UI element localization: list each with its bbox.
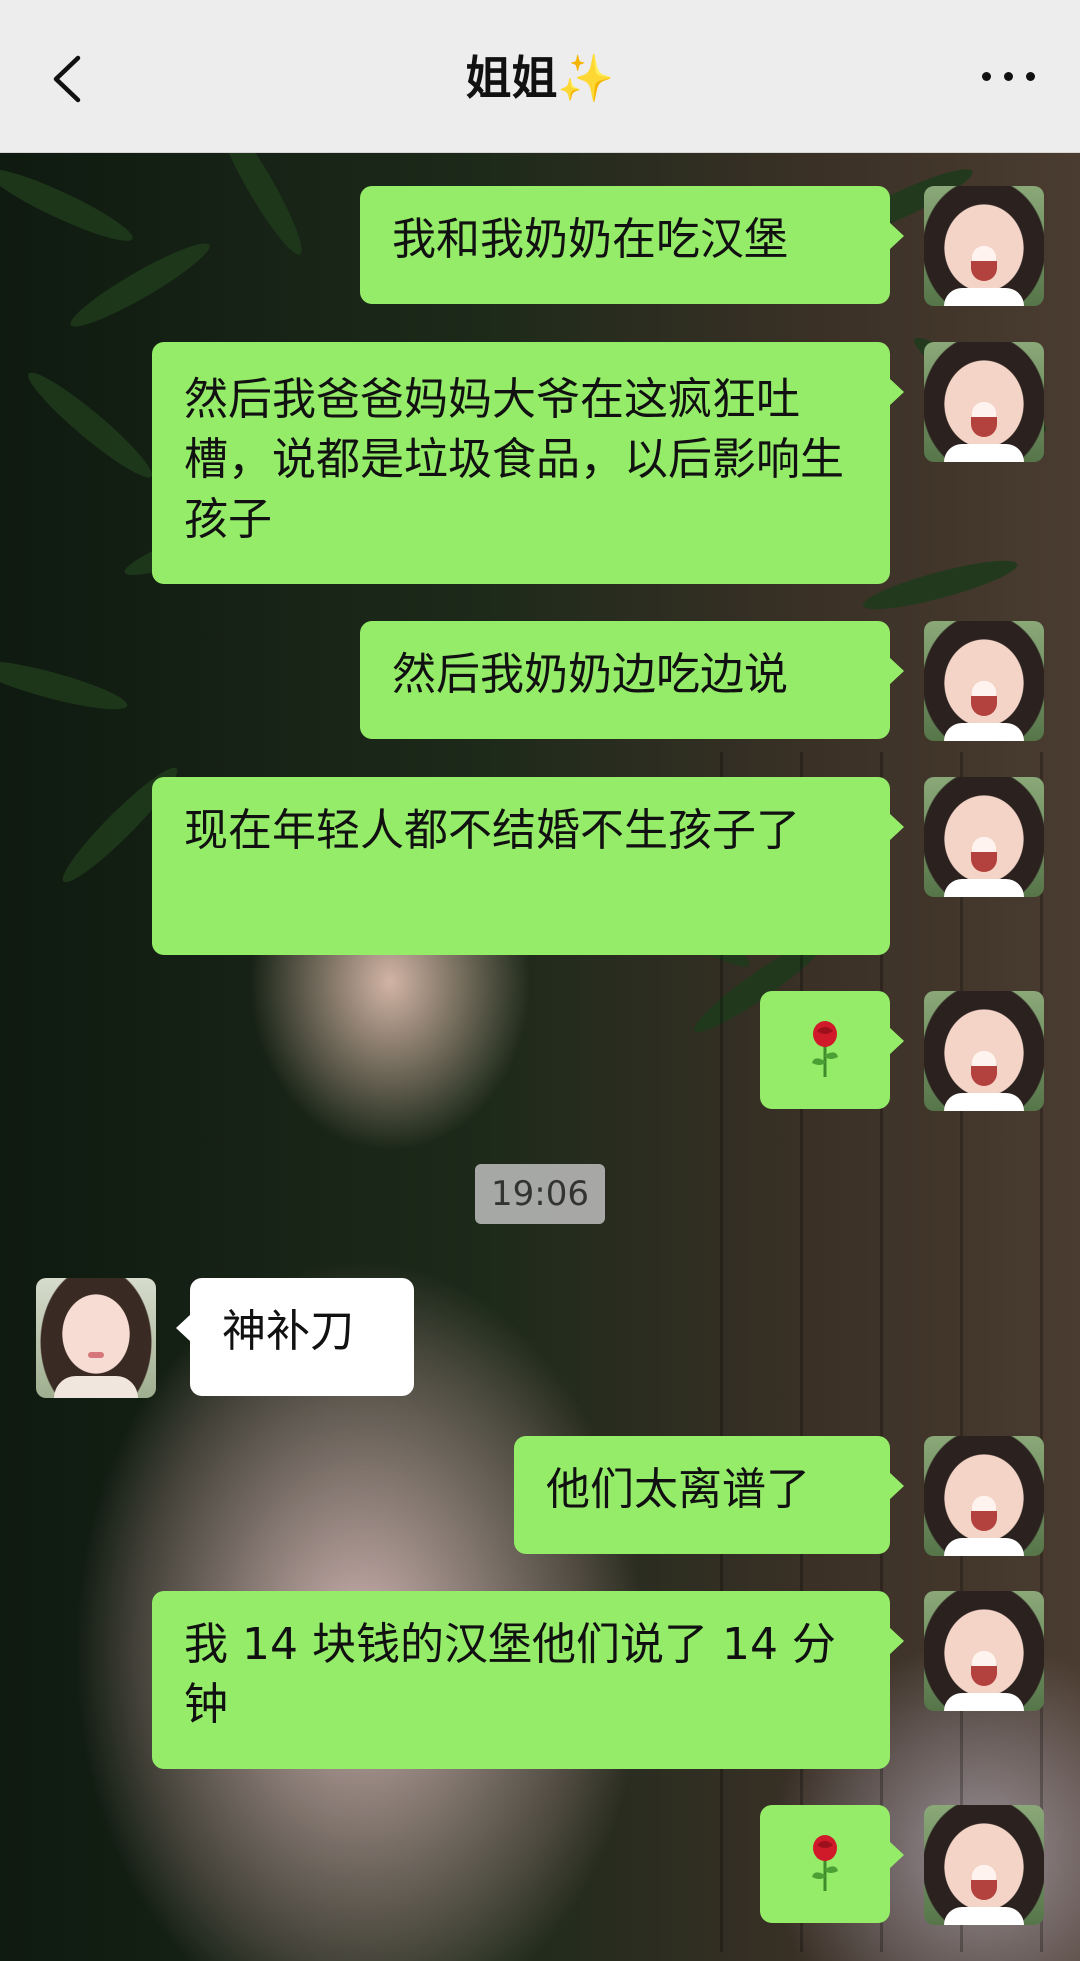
contact-name: 姐姐 — [465, 51, 558, 105]
message-text: 然后我爸爸妈妈大爷在这疯狂吐槽，说都是垃圾食品，以后影响生孩子 — [184, 374, 844, 545]
rose-emoji — [812, 1021, 838, 1077]
my-avatar[interactable] — [924, 777, 1044, 897]
message-bubble[interactable]: 然后我爸爸妈妈大爷在这疯狂吐槽，说都是垃圾食品，以后影响生孩子 — [152, 342, 904, 584]
message-bubble[interactable]: 神补刀 — [176, 1278, 414, 1396]
chat-title: 姐姐✨ — [0, 48, 1080, 108]
message-text: 我 14 块钱的汉堡他们说了 14 分钟 — [184, 1619, 836, 1730]
sticker-bubble[interactable] — [760, 991, 904, 1109]
message-bubble[interactable]: 现在年轻人都不结婚不生孩子了 — [152, 777, 904, 955]
sticker-bubble[interactable] — [760, 1805, 904, 1923]
more-dots-icon[interactable] — [982, 66, 1038, 86]
my-avatar[interactable] — [924, 186, 1044, 306]
sparkles-emoji: ✨ — [557, 51, 615, 105]
message-text: 现在年轻人都不结婚不生孩子了 — [184, 805, 800, 856]
my-avatar[interactable] — [924, 1591, 1044, 1711]
message-bubble[interactable]: 我和我奶奶在吃汉堡 — [360, 186, 904, 304]
chat-header: 姐姐✨ — [0, 0, 1080, 153]
contact-avatar[interactable] — [36, 1278, 156, 1398]
my-avatar[interactable] — [924, 1805, 1044, 1925]
message-bubble[interactable]: 然后我奶奶边吃边说 — [360, 621, 904, 739]
my-avatar[interactable] — [924, 621, 1044, 741]
message-text: 我和我奶奶在吃汉堡 — [392, 214, 788, 265]
message-bubble[interactable]: 我 14 块钱的汉堡他们说了 14 分钟 — [152, 1591, 904, 1769]
timestamp: 19:06 — [475, 1164, 605, 1224]
message-text: 他们太离谱了 — [546, 1464, 810, 1515]
my-avatar[interactable] — [924, 342, 1044, 462]
my-avatar[interactable] — [924, 1436, 1044, 1556]
rose-emoji — [812, 1835, 838, 1891]
message-text: 神补刀 — [222, 1306, 354, 1357]
message-bubble[interactable]: 他们太离谱了 — [514, 1436, 904, 1554]
my-avatar[interactable] — [924, 991, 1044, 1111]
message-text: 然后我奶奶边吃边说 — [392, 649, 788, 700]
